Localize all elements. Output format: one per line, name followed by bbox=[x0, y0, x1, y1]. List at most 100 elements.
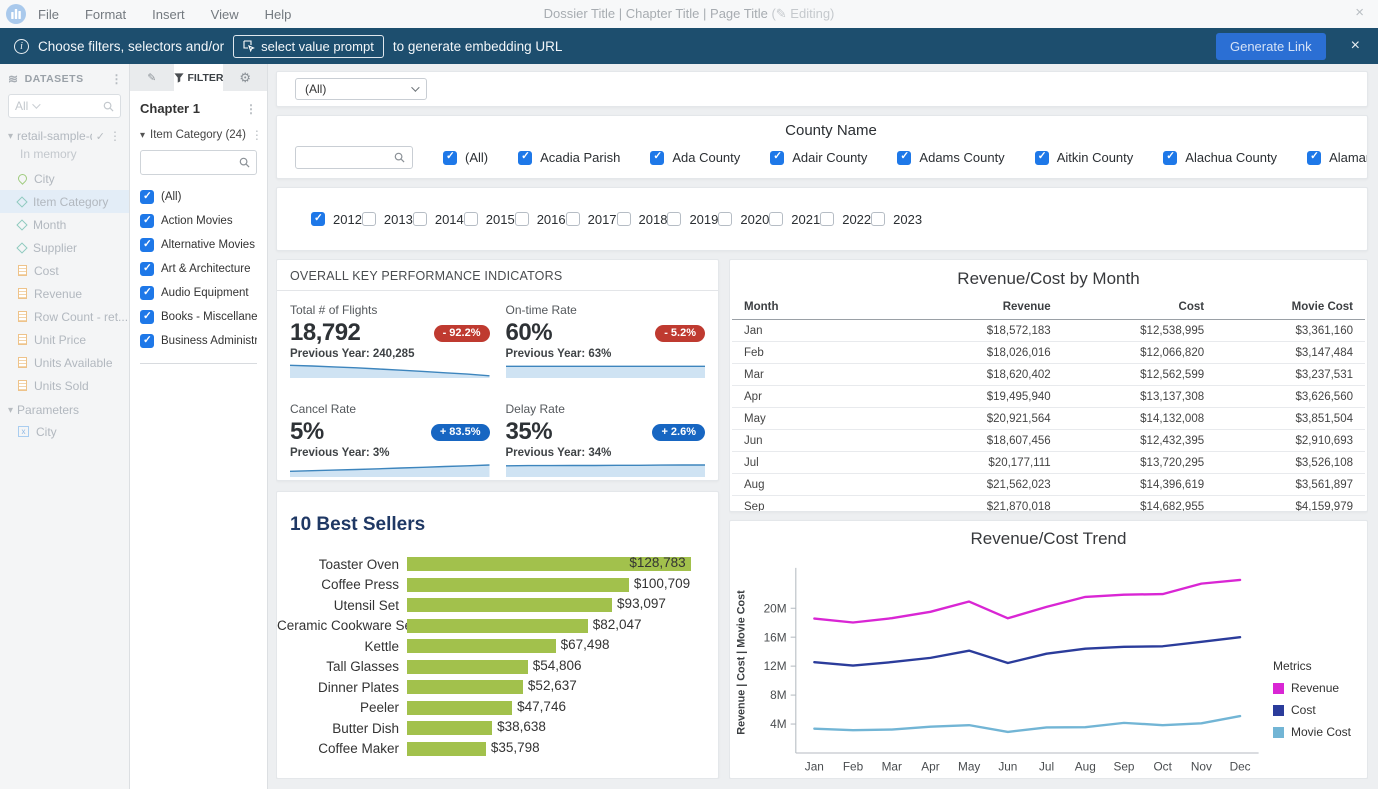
checkbox[interactable] bbox=[650, 151, 664, 165]
checkbox[interactable] bbox=[140, 286, 154, 300]
county-search-input[interactable] bbox=[303, 151, 383, 165]
year-option-2021[interactable]: 2021 bbox=[769, 212, 820, 227]
checkbox[interactable] bbox=[897, 151, 911, 165]
sidebar-item-city[interactable]: xCity bbox=[0, 420, 129, 443]
county-option-ada-county[interactable]: Ada County bbox=[650, 150, 740, 165]
bar[interactable]: $100,709 bbox=[407, 578, 629, 592]
checkbox[interactable] bbox=[1307, 151, 1321, 165]
year-option-2022[interactable]: 2022 bbox=[820, 212, 871, 227]
county-option-adams-county[interactable]: Adams County bbox=[897, 150, 1004, 165]
filter-option-books-miscellaneous[interactable]: Books - Miscellaneous bbox=[140, 305, 257, 329]
year-option-2013[interactable]: 2013 bbox=[362, 212, 413, 227]
county-option-acadia-parish[interactable]: Acadia Parish bbox=[518, 150, 620, 165]
bar[interactable]: $128,783 bbox=[407, 557, 691, 571]
menu-item-format[interactable]: Format bbox=[85, 7, 126, 22]
trend-line-chart[interactable]: 4M8M12M16M20MJanFebMarAprMayJunJulAugSep… bbox=[730, 551, 1273, 779]
year-option-2014[interactable]: 2014 bbox=[413, 212, 464, 227]
menu-item-help[interactable]: Help bbox=[265, 7, 292, 22]
dataset-menu-icon[interactable]: ⋮ bbox=[109, 129, 121, 143]
datasets-search[interactable]: All bbox=[8, 94, 121, 118]
checkbox[interactable] bbox=[871, 212, 885, 226]
legend-item-movie-cost[interactable]: Movie Cost bbox=[1273, 725, 1367, 739]
menu-item-insert[interactable]: Insert bbox=[152, 7, 185, 22]
checkbox[interactable] bbox=[140, 262, 154, 276]
county-option-aitkin-county[interactable]: Aitkin County bbox=[1035, 150, 1134, 165]
caret-down-icon[interactable]: ▾ bbox=[8, 131, 13, 142]
menu-item-view[interactable]: View bbox=[211, 7, 239, 22]
county-option-adair-county[interactable]: Adair County bbox=[770, 150, 867, 165]
county-option-alamance-county[interactable]: Alamance County bbox=[1307, 150, 1367, 165]
series-movie-cost[interactable] bbox=[814, 716, 1240, 732]
tab-edit[interactable]: ✎ bbox=[130, 64, 174, 91]
checkbox[interactable] bbox=[1035, 151, 1049, 165]
menu-item-file[interactable]: File bbox=[38, 7, 59, 22]
caret-down-icon[interactable]: ▾ bbox=[140, 130, 145, 141]
sidebar-item-unit-price[interactable]: Unit Price bbox=[0, 328, 129, 351]
year-option-2019[interactable]: 2019 bbox=[667, 212, 718, 227]
checkbox[interactable] bbox=[140, 190, 154, 204]
checkbox[interactable] bbox=[820, 212, 834, 226]
sidebar-item-supplier[interactable]: Supplier bbox=[0, 236, 129, 259]
checkbox[interactable] bbox=[362, 212, 376, 226]
caret-down-icon[interactable]: ▾ bbox=[8, 405, 13, 416]
filter-option-alternative-movies[interactable]: Alternative Movies bbox=[140, 233, 257, 257]
checkbox[interactable] bbox=[770, 151, 784, 165]
checkbox[interactable] bbox=[311, 212, 325, 226]
checkbox[interactable] bbox=[769, 212, 783, 226]
datasets-menu-icon[interactable]: ⋮ bbox=[111, 72, 124, 86]
legend-item-revenue[interactable]: Revenue bbox=[1273, 681, 1367, 695]
dataset-root[interactable]: ▾ retail-sample-d... ✓ ⋮ bbox=[0, 126, 129, 146]
checkbox[interactable] bbox=[443, 151, 457, 165]
year-option-2023[interactable]: 2023 bbox=[871, 212, 922, 227]
filter-group-menu-icon[interactable]: ⋮ bbox=[251, 128, 263, 142]
year-option-2015[interactable]: 2015 bbox=[464, 212, 515, 227]
sidebar-item-city[interactable]: City bbox=[0, 167, 129, 190]
year-option-2012[interactable]: 2012 bbox=[311, 212, 362, 227]
bar[interactable]: $38,638 bbox=[407, 721, 492, 735]
parameters-section[interactable]: ▾ Parameters bbox=[0, 397, 129, 420]
checkbox[interactable] bbox=[617, 212, 631, 226]
checkbox[interactable] bbox=[718, 212, 732, 226]
checkbox[interactable] bbox=[140, 310, 154, 324]
banner-close-icon[interactable]: × bbox=[1351, 37, 1360, 55]
sidebar-item-units-available[interactable]: Units Available bbox=[0, 351, 129, 374]
chapter-menu-icon[interactable]: ⋮ bbox=[245, 102, 257, 116]
tab-filter[interactable]: FILTER bbox=[174, 64, 224, 91]
filter-option-business-administration[interactable]: Business Administration bbox=[140, 329, 257, 353]
sidebar-item-revenue[interactable]: Revenue bbox=[0, 282, 129, 305]
attribute-dropdown[interactable]: (All) bbox=[295, 78, 427, 100]
year-option-2017[interactable]: 2017 bbox=[566, 212, 617, 227]
sidebar-item-units-sold[interactable]: Units Sold bbox=[0, 374, 129, 397]
bar[interactable]: $82,047 bbox=[407, 619, 588, 633]
window-close-icon[interactable]: × bbox=[1355, 5, 1364, 20]
tab-settings[interactable]: ⚙ bbox=[223, 64, 267, 91]
year-option-2016[interactable]: 2016 bbox=[515, 212, 566, 227]
filter-option-audio-equipment[interactable]: Audio Equipment bbox=[140, 281, 257, 305]
checkbox[interactable] bbox=[140, 238, 154, 252]
year-option-2020[interactable]: 2020 bbox=[718, 212, 769, 227]
checkbox[interactable] bbox=[518, 151, 532, 165]
filter-search-input[interactable] bbox=[147, 157, 232, 169]
checkbox[interactable] bbox=[140, 214, 154, 228]
filter-option-all[interactable]: (All) bbox=[140, 185, 257, 209]
sidebar-item-cost[interactable]: Cost bbox=[0, 259, 129, 282]
checkbox[interactable] bbox=[515, 212, 529, 226]
generate-link-button[interactable]: Generate Link bbox=[1216, 33, 1326, 60]
sidebar-item-item-category[interactable]: Item Category bbox=[0, 190, 129, 213]
bar[interactable]: $67,498 bbox=[407, 639, 556, 653]
year-option-2018[interactable]: 2018 bbox=[617, 212, 668, 227]
legend-item-cost[interactable]: Cost bbox=[1273, 703, 1367, 717]
checkbox[interactable] bbox=[566, 212, 580, 226]
sidebar-item-row-count-ret[interactable]: Row Count - ret... bbox=[0, 305, 129, 328]
bar[interactable]: $54,806 bbox=[407, 660, 528, 674]
filter-option-art-architecture[interactable]: Art & Architecture bbox=[140, 257, 257, 281]
series-revenue[interactable] bbox=[814, 580, 1240, 623]
checkbox[interactable] bbox=[413, 212, 427, 226]
bar[interactable]: $35,798 bbox=[407, 742, 486, 756]
county-option-all[interactable]: (All) bbox=[443, 150, 488, 165]
bar[interactable]: $47,746 bbox=[407, 701, 512, 715]
checkbox[interactable] bbox=[464, 212, 478, 226]
sidebar-item-month[interactable]: Month bbox=[0, 213, 129, 236]
county-option-alachua-county[interactable]: Alachua County bbox=[1163, 150, 1277, 165]
filter-option-action-movies[interactable]: Action Movies bbox=[140, 209, 257, 233]
